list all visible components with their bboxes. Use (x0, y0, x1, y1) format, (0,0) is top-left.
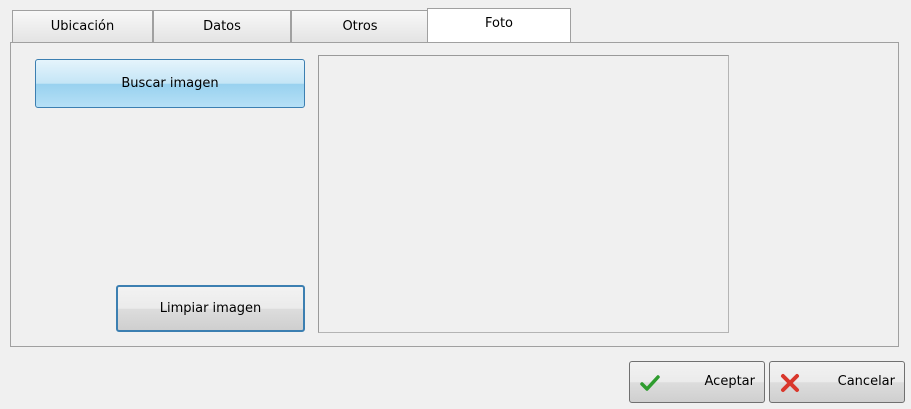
tab-ubicacion[interactable]: Ubicación (12, 10, 153, 43)
clear-image-button[interactable]: Limpiar imagen (116, 285, 305, 332)
tab-strip: Ubicación Datos Otros Foto (10, 8, 610, 44)
tab-otros[interactable]: Otros (291, 10, 429, 43)
red-x-icon (781, 374, 799, 392)
accept-button-label: Aceptar (704, 374, 755, 389)
tab-foto[interactable]: Foto (427, 8, 571, 42)
tab-datos[interactable]: Datos (153, 10, 291, 43)
accept-button[interactable]: Aceptar (629, 361, 765, 403)
cancel-button-label: Cancelar (837, 374, 895, 389)
green-check-icon (640, 375, 660, 391)
search-image-button[interactable]: Buscar imagen (35, 59, 305, 108)
image-preview (318, 55, 729, 333)
cancel-button[interactable]: Cancelar (769, 361, 905, 403)
tab-page-foto: Buscar imagen Limpiar imagen (10, 42, 899, 347)
